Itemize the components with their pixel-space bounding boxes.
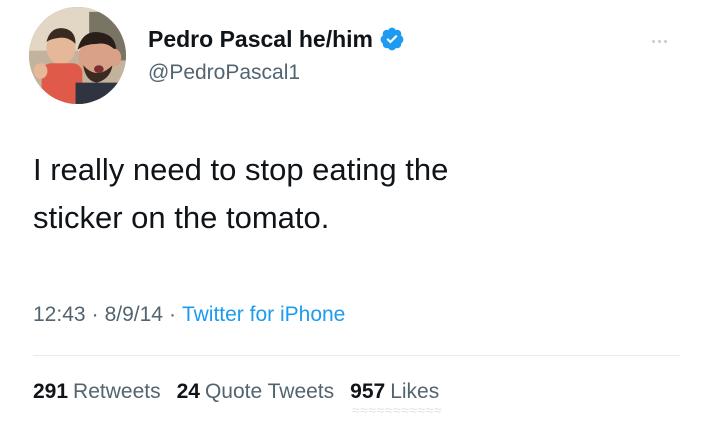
quote-tweets-stat[interactable]: 24 Quote Tweets xyxy=(177,378,335,406)
tweet-meta: 12:43 · 8/9/14 · Twitter for iPhone xyxy=(33,301,345,329)
avatar[interactable] xyxy=(29,7,126,104)
tweet-source-link[interactable]: Twitter for iPhone xyxy=(182,303,345,326)
quote-tweets-count: 24 xyxy=(176,380,200,403)
tweet-text: I really need to stop eating the sticker… xyxy=(33,152,449,235)
likes-count: 957 xyxy=(350,380,386,403)
meta-separator: · xyxy=(91,303,99,326)
retweets-count: 291 xyxy=(33,380,69,403)
meta-separator: · xyxy=(168,303,176,326)
author-handle[interactable]: @PedroPascal1 xyxy=(148,60,300,86)
more-dots-icon xyxy=(658,40,661,43)
tweet-time[interactable]: 12:43 xyxy=(33,303,86,326)
tweet-card: Pedro Pascal he/him @PedroPascal1 I real… xyxy=(0,0,710,429)
more-options-button[interactable] xyxy=(650,36,669,47)
retweets-label: Retweets xyxy=(73,380,161,403)
tweet-date[interactable]: 8/9/14 xyxy=(105,303,163,326)
quote-tweets-label: Quote Tweets xyxy=(204,380,335,403)
avatar-photo xyxy=(29,7,126,104)
likes-label: Likes xyxy=(390,380,440,403)
retweets-stat[interactable]: 291 Retweets xyxy=(33,378,161,406)
verified-badge-icon xyxy=(379,26,405,52)
more-dots-icon xyxy=(652,40,655,43)
author-display-name[interactable]: Pedro Pascal he/him xyxy=(148,25,373,53)
faint-watermark: ≈≈≈≈≈≈≈≈≈≈≈ xyxy=(352,402,443,418)
divider xyxy=(33,355,680,356)
more-dots-icon xyxy=(664,40,667,43)
author-name-row: Pedro Pascal he/him xyxy=(148,25,405,53)
